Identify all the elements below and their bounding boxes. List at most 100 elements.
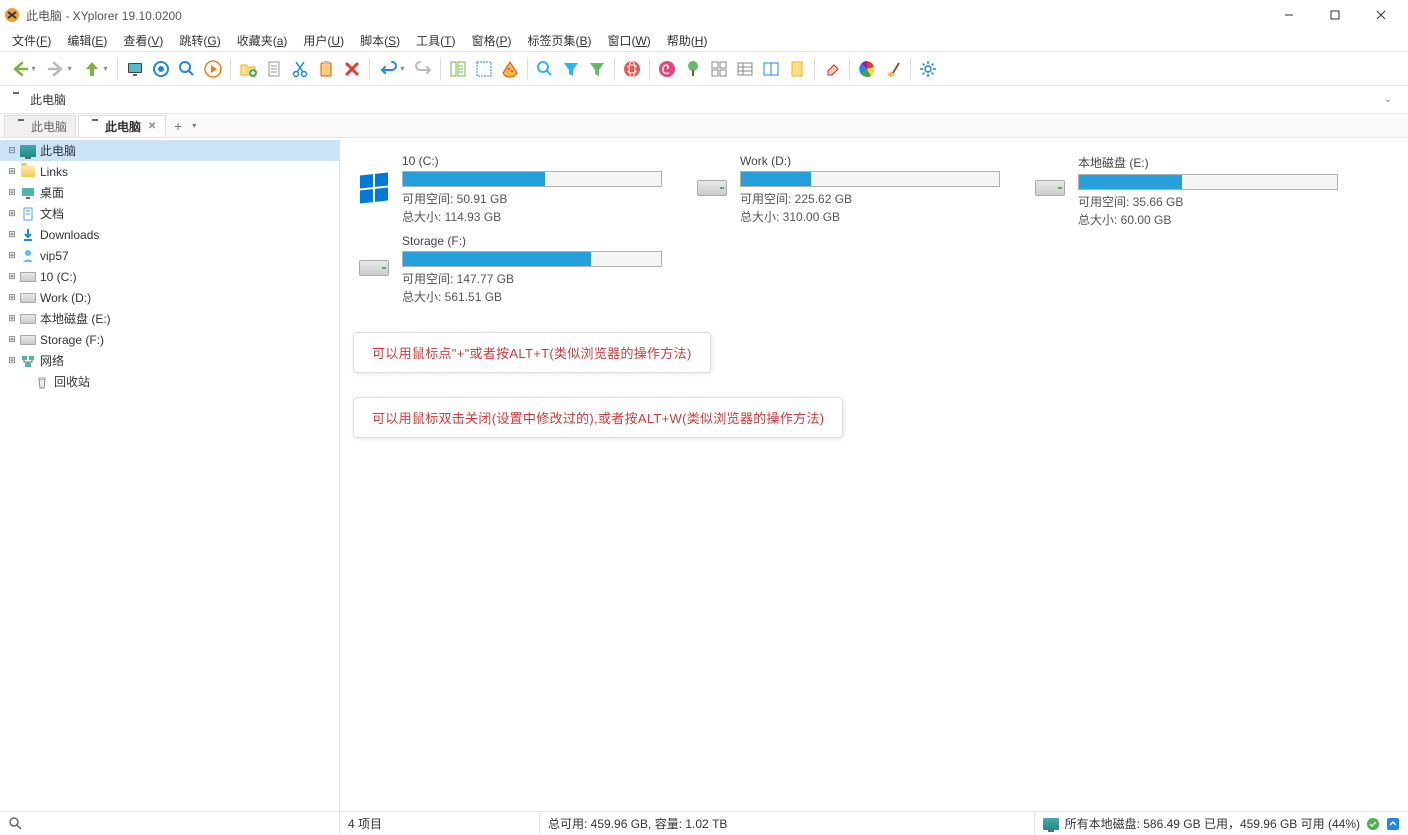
drive-free: 可用空间: 50.91 GB bbox=[402, 190, 680, 207]
tree-item[interactable]: 回收站 bbox=[0, 371, 339, 392]
tree-item[interactable]: ⊞桌面 bbox=[0, 182, 339, 203]
drive-tile[interactable]: Work (D:)可用空间: 225.62 GB总大小: 310.00 GB bbox=[686, 152, 1024, 218]
tab-add-button[interactable]: + bbox=[168, 118, 188, 134]
maximize-button[interactable] bbox=[1312, 0, 1358, 30]
window-title: 此电脑 - XYplorer 19.10.0200 bbox=[26, 7, 1266, 24]
folder-icon bbox=[20, 164, 36, 180]
drive-usage-bar bbox=[402, 251, 662, 267]
drive-name: Storage (F:) bbox=[402, 234, 680, 248]
minimize-button[interactable] bbox=[1266, 0, 1312, 30]
drive-icon bbox=[1030, 168, 1070, 208]
expander-icon[interactable]: ⊞ bbox=[6, 334, 18, 346]
menu-p[interactable]: 窗格(P) bbox=[463, 30, 519, 51]
expander-icon[interactable]: ⊟ bbox=[6, 145, 18, 157]
settings-icon[interactable] bbox=[916, 57, 940, 81]
expander-icon[interactable]: ⊞ bbox=[6, 355, 18, 367]
tree-sync-icon[interactable] bbox=[446, 57, 470, 81]
tree-item[interactable]: ⊟此电脑 bbox=[0, 140, 339, 161]
drive-usage-bar bbox=[1078, 174, 1338, 190]
tab-0[interactable]: 此电脑 bbox=[4, 115, 76, 137]
redo-button[interactable] bbox=[411, 57, 435, 81]
undo-button[interactable]: ▾ bbox=[375, 57, 409, 81]
brush-icon[interactable] bbox=[881, 57, 905, 81]
drive-icon bbox=[20, 269, 36, 285]
expander-icon[interactable]: ⊞ bbox=[6, 208, 18, 220]
menu-a[interactable]: 收藏夹(a) bbox=[229, 30, 296, 51]
select-icon[interactable] bbox=[472, 57, 496, 81]
new-folder-icon[interactable] bbox=[236, 57, 260, 81]
tab-dropdown[interactable]: ▾ bbox=[188, 121, 200, 130]
expander-icon[interactable]: ⊞ bbox=[6, 229, 18, 241]
paste-icon[interactable] bbox=[314, 57, 338, 81]
drive-usage-bar bbox=[402, 171, 662, 187]
address-bar[interactable]: 此电脑 ⌄ bbox=[0, 86, 1408, 114]
menu-g[interactable]: 跳转(G) bbox=[171, 30, 228, 51]
menu-v[interactable]: 查看(V) bbox=[115, 30, 171, 51]
menu-u[interactable]: 用户(U) bbox=[295, 30, 352, 51]
dual-pane-icon[interactable] bbox=[759, 57, 783, 81]
expander-icon[interactable]: ⊞ bbox=[6, 187, 18, 199]
expander-icon[interactable]: ⊞ bbox=[6, 292, 18, 304]
menu-t[interactable]: 工具(T) bbox=[408, 30, 463, 51]
tree-icon[interactable] bbox=[681, 57, 705, 81]
tab-label: 此电脑 bbox=[31, 118, 67, 135]
expander-icon[interactable]: ⊞ bbox=[6, 313, 18, 325]
menu-b[interactable]: 标签页集(B) bbox=[519, 30, 599, 51]
tab-bar: 此电脑 此电脑 ✕ + ▾ bbox=[0, 114, 1408, 138]
search-icon[interactable] bbox=[175, 57, 199, 81]
drive-free: 可用空间: 35.66 GB bbox=[1078, 193, 1356, 210]
zoom-icon[interactable] bbox=[533, 57, 557, 81]
expander-icon[interactable]: ⊞ bbox=[6, 166, 18, 178]
delete-icon[interactable] bbox=[340, 57, 364, 81]
drive-total: 总大小: 114.93 GB bbox=[402, 208, 680, 225]
menu-h[interactable]: 帮助(H) bbox=[659, 30, 716, 51]
play-icon[interactable] bbox=[201, 57, 225, 81]
target-icon[interactable] bbox=[149, 57, 173, 81]
tree-item[interactable]: ⊞Downloads bbox=[0, 224, 339, 245]
expander-icon[interactable]: ⊞ bbox=[6, 271, 18, 283]
filter-icon[interactable] bbox=[559, 57, 583, 81]
tree-item[interactable]: ⊞10 (C:) bbox=[0, 266, 339, 287]
tree-item[interactable]: ⊞vip57 bbox=[0, 245, 339, 266]
cut-icon[interactable] bbox=[288, 57, 312, 81]
filter-check-icon[interactable] bbox=[585, 57, 609, 81]
tab-1[interactable]: 此电脑 ✕ bbox=[78, 115, 166, 137]
tree-item[interactable]: ⊞Storage (F:) bbox=[0, 329, 339, 350]
back-button[interactable]: ▾ bbox=[6, 57, 40, 81]
tab-close-icon[interactable]: ✕ bbox=[147, 121, 157, 131]
forward-button[interactable]: ▾ bbox=[42, 57, 76, 81]
tree-item[interactable]: ⊞文档 bbox=[0, 203, 339, 224]
menu-w[interactable]: 窗口(W) bbox=[599, 30, 658, 51]
up-button[interactable]: ▾ bbox=[78, 57, 112, 81]
color-wheel-icon[interactable] bbox=[855, 57, 879, 81]
tab-label: 此电脑 bbox=[105, 118, 141, 135]
menu-s[interactable]: 脚本(S) bbox=[352, 30, 408, 51]
tree-item[interactable]: ⊞网络 bbox=[0, 350, 339, 371]
drive-tile[interactable]: 10 (C:)可用空间: 50.91 GB总大小: 114.93 GB bbox=[348, 152, 686, 218]
tree-item[interactable]: ⊞Links bbox=[0, 161, 339, 182]
spiral-icon[interactable] bbox=[655, 57, 679, 81]
pizza-icon[interactable] bbox=[498, 57, 522, 81]
grid-small-icon[interactable] bbox=[707, 57, 731, 81]
drive-tile[interactable]: 本地磁盘 (E:)可用空间: 35.66 GB总大小: 60.00 GB bbox=[1024, 152, 1362, 218]
expander-icon[interactable]: ⊞ bbox=[6, 250, 18, 262]
status-search-icon[interactable] bbox=[8, 816, 24, 832]
expander-icon[interactable] bbox=[20, 376, 32, 388]
tree-item[interactable]: ⊞Work (D:) bbox=[0, 287, 339, 308]
menu-e[interactable]: 编辑(E) bbox=[59, 30, 115, 51]
content-pane: 10 (C:)可用空间: 50.91 GB总大小: 114.93 GBWork … bbox=[340, 138, 1408, 811]
menu-f[interactable]: 文件(F) bbox=[4, 30, 59, 51]
downloads-icon bbox=[20, 227, 36, 243]
monitor-icon[interactable] bbox=[123, 57, 147, 81]
page-yellow-icon[interactable] bbox=[785, 57, 809, 81]
status-monitor-icon bbox=[1043, 818, 1059, 830]
network-icon bbox=[20, 353, 36, 369]
table-icon[interactable] bbox=[733, 57, 757, 81]
close-button[interactable] bbox=[1358, 0, 1404, 30]
eraser-icon[interactable] bbox=[820, 57, 844, 81]
address-dropdown[interactable]: ⌄ bbox=[1376, 94, 1400, 105]
tree-item[interactable]: ⊞本地磁盘 (E:) bbox=[0, 308, 339, 329]
page-icon[interactable] bbox=[262, 57, 286, 81]
drive-tile[interactable]: Storage (F:)可用空间: 147.77 GB总大小: 561.51 G… bbox=[348, 232, 686, 298]
globe-icon[interactable] bbox=[620, 57, 644, 81]
